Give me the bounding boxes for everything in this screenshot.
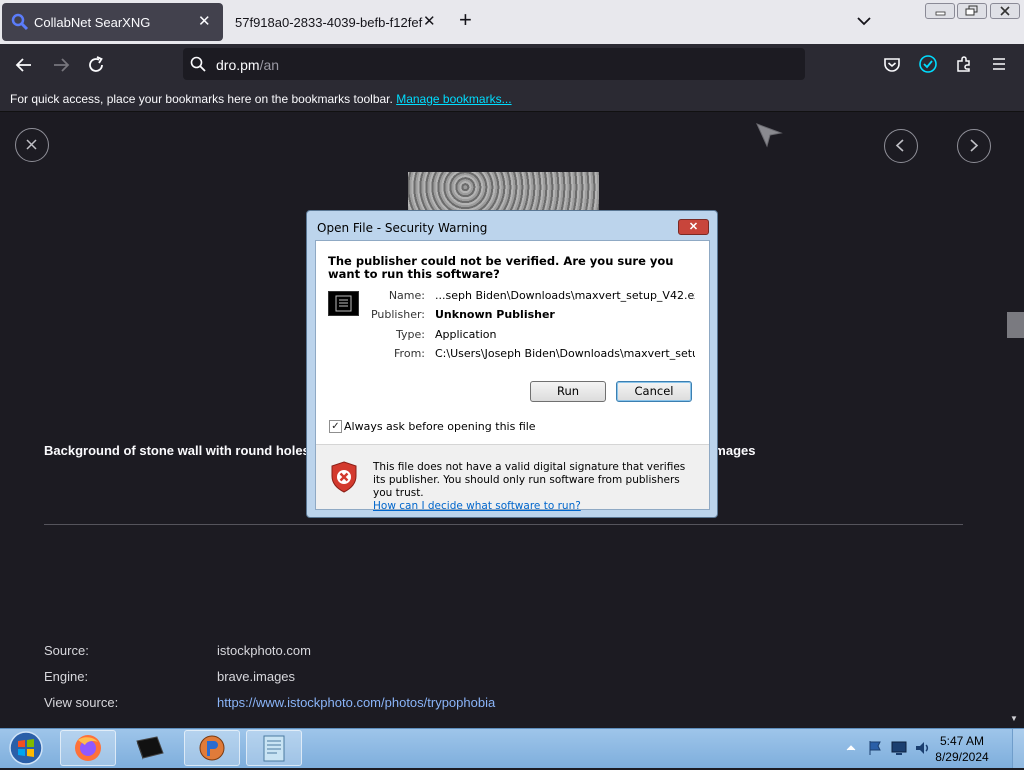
account-icon[interactable] [918,54,938,74]
source-label: Source: [44,643,89,658]
previous-button[interactable] [884,129,918,163]
view-source-label: View source: [44,695,119,710]
manage-bookmarks-link[interactable]: Manage bookmarks... [396,92,511,106]
show-desktop-button[interactable] [1012,729,1024,768]
tab-title: CollabNet SearXNG [34,15,151,30]
engine-label: Engine: [44,669,89,684]
engine-value: brave.images [217,669,296,684]
close-tab-icon[interactable]: ✕ [423,12,436,30]
tray-chevron-up-icon[interactable] [846,743,856,753]
bookmarks-message: For quick access, place your bookmarks h… [10,92,512,106]
search-icon [190,56,206,72]
tab-collabnet-searxng[interactable]: CollabNet SearXNG ✕ [2,3,223,41]
forward-icon[interactable] [51,55,71,75]
network-icon[interactable] [890,739,908,757]
clock-time: 5:47 AM [939,734,985,748]
cancel-button[interactable]: Cancel [616,381,692,402]
menu-icon[interactable] [991,56,1007,72]
next-button[interactable] [957,129,991,163]
dialog-close-button[interactable]: ✕ [678,219,709,235]
start-button-icon[interactable] [6,730,46,766]
terminal-icon [136,736,164,760]
name-value: ...seph Biden\Downloads\maxvert_setup_V4… [435,289,695,302]
new-tab-button[interactable]: + [459,9,472,31]
publisher-label: Publisher: [370,308,425,321]
shield-warning-icon [331,461,357,493]
clock-date: 8/29/2024 [935,750,989,764]
name-label: Name: [388,289,425,302]
warning-text: This file does not have a valid digital … [373,461,686,512]
taskbar-terminal[interactable] [122,730,178,766]
scrollbar-thumb[interactable] [1007,312,1024,338]
pocket-icon[interactable] [883,56,901,74]
type-value: Application [435,328,497,341]
reload-icon[interactable] [86,55,106,75]
close-preview-button[interactable] [15,128,49,162]
dialog-question: The publisher could not be verified. Are… [328,254,674,281]
scroll-down-icon[interactable]: ▼ [1010,714,1018,723]
divider [44,524,963,525]
tab-title: 57f918a0-2833-4039-befb-f12fef51b [235,15,423,30]
help-link[interactable]: How can I decide what software to run? [373,500,581,512]
publisher-value: Unknown Publisher [435,308,555,321]
volume-icon[interactable] [914,739,932,757]
search-icon [11,13,29,31]
taskbar-firefox[interactable] [60,730,116,766]
cursor-icon [756,123,783,148]
notepad-icon [263,735,285,762]
type-label: Type: [396,328,425,341]
url-text[interactable]: dro.pm/an [216,57,279,73]
firefox-icon [75,735,101,761]
minimize-button[interactable] [925,3,955,19]
close-window-button[interactable] [990,3,1020,19]
from-label: From: [394,347,425,360]
restore-button[interactable] [957,3,987,19]
back-icon[interactable] [14,55,34,75]
run-button[interactable]: Run [530,381,606,402]
chevron-down-icon[interactable] [855,12,873,30]
dialog-title: Open File - Security Warning [317,221,488,235]
taskbar-app[interactable] [184,730,240,766]
always-ask-label[interactable]: Always ask before opening this file [344,420,536,433]
close-tab-icon[interactable]: ✕ [198,12,211,30]
extensions-icon[interactable] [955,55,973,73]
taskbar-notepad[interactable] [246,730,302,766]
always-ask-checkbox[interactable]: ✓ [329,420,342,433]
taskbar-clock[interactable]: 5:47 AM 8/29/2024 [932,733,992,765]
preview-image [408,172,599,210]
flag-icon[interactable] [866,739,884,757]
dialog-separator [316,444,709,445]
view-source-link[interactable]: https://www.istockphoto.com/photos/trypo… [217,695,495,710]
source-value: istockphoto.com [217,643,311,658]
tab-download[interactable]: 57f918a0-2833-4039-befb-f12fef51b ✕ [226,3,441,41]
paint-icon [199,735,225,761]
from-value: C:\Users\Joseph Biden\Downloads\maxvert_… [435,347,695,360]
